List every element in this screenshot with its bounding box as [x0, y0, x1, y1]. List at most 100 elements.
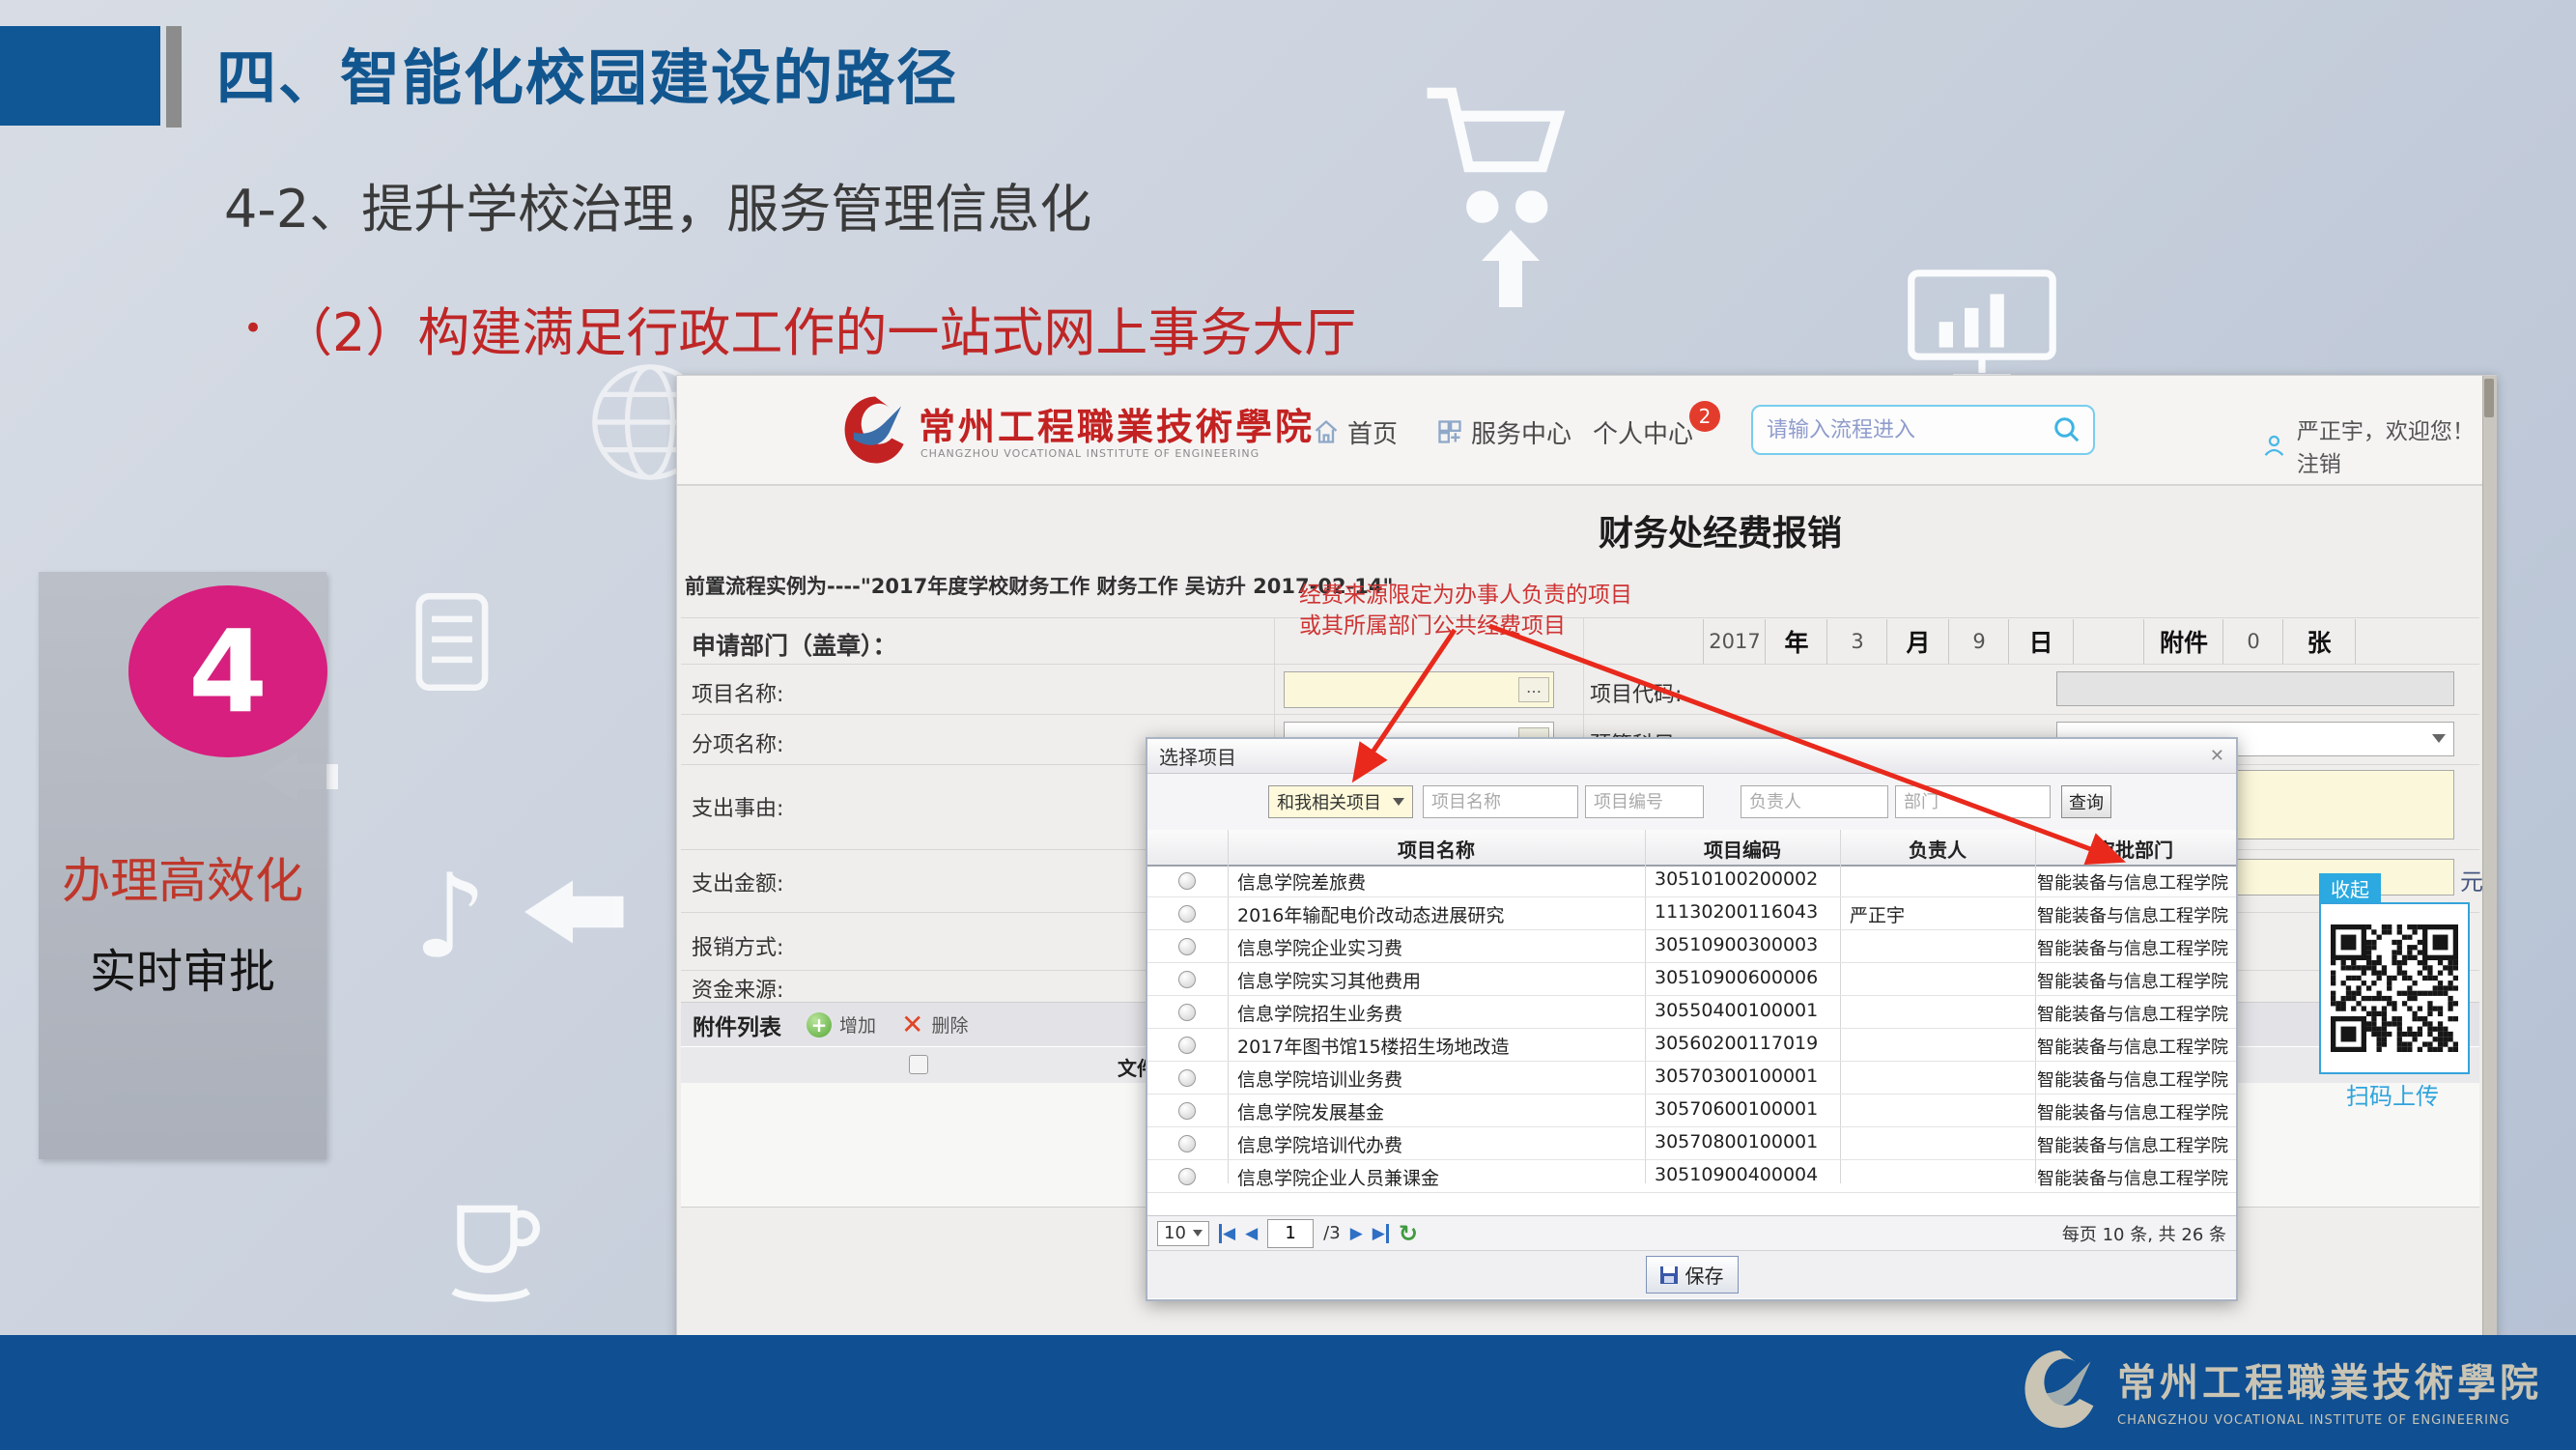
- cell-approve-dept: 智能装备与信息工程学院: [2037, 902, 2234, 927]
- query-button[interactable]: 查询: [2061, 785, 2111, 818]
- dialog-table-header: 项目名称 项目编码 负责人 审批部门: [1147, 830, 2236, 867]
- user-info[interactable]: 严正宇，欢迎您！注销: [2261, 412, 2496, 478]
- amount-label: 支出金额:: [692, 867, 783, 897]
- dialog-footer: 保存: [1147, 1250, 2236, 1298]
- date-year-unit: 年: [1765, 619, 1827, 664]
- row-radio[interactable]: [1178, 1102, 1196, 1120]
- first-page-button[interactable]: ◀: [1219, 1224, 1235, 1243]
- row-radio[interactable]: [1178, 1004, 1196, 1021]
- chart-monitor-icon: [1905, 269, 2059, 384]
- nav-personal-center[interactable]: 个人中心 2: [1593, 412, 1693, 451]
- table-row: 信息学院培训业务费 30570300100001 智能装备与信息工程学院: [1147, 1062, 2236, 1095]
- row-radio[interactable]: [1178, 905, 1196, 923]
- cell-project-name: 信息学院招生业务费: [1237, 1000, 1638, 1026]
- annotation-line1: 经费来源限定为办事人负责的项目: [1299, 580, 1632, 611]
- row-radio[interactable]: [1178, 1135, 1196, 1152]
- select-all-checkbox[interactable]: [909, 1055, 928, 1074]
- add-label: 增加: [839, 1011, 876, 1038]
- school-logo-icon: [839, 391, 911, 469]
- grid-icon: [1436, 418, 1463, 445]
- filter-project-code-input[interactable]: [1585, 785, 1704, 818]
- pagination-summary: 每页 10 条, 共 26 条: [2062, 1221, 2226, 1246]
- up-arrow-icon: [1482, 230, 1540, 307]
- row-radio[interactable]: [1178, 938, 1196, 955]
- reason-label: 支出事由:: [692, 791, 783, 822]
- qr-caption[interactable]: 扫码上传: [2319, 1077, 2466, 1111]
- cell-project-name: 信息学院企业人员兼课金: [1237, 1164, 1638, 1190]
- process-search-box: [1751, 405, 2095, 455]
- project-code-input[interactable]: [2056, 671, 2454, 706]
- date-day-value: 9: [1948, 619, 2009, 664]
- home-icon: [1313, 418, 1340, 445]
- nav-home[interactable]: 首页: [1313, 412, 1398, 451]
- nav-service-center[interactable]: 服务中心: [1436, 412, 1571, 451]
- cell-project-name: 信息学院差旅费: [1237, 868, 1638, 895]
- add-icon: +: [807, 1012, 832, 1038]
- cell-project-code: 30560200117019: [1655, 1033, 1838, 1054]
- project-name-label: 项目名称:: [692, 677, 783, 708]
- apply-dept-label: 申请部门（盖章）：: [692, 627, 897, 662]
- school-logo-name: 常州工程職業技術學院: [919, 397, 1315, 450]
- delete-attachment-button[interactable]: ✕ 删除: [901, 1009, 968, 1040]
- col-approve-dept: 审批部门: [2035, 835, 2234, 863]
- cell-project-code: 30570300100001: [1655, 1066, 1838, 1087]
- footer-logo: 常州工程職業技術學院 CHANGZHOU VOCATIONAL INSTITUT…: [2019, 1345, 2542, 1434]
- save-button[interactable]: 保存: [1646, 1256, 1739, 1294]
- search-input[interactable]: [1753, 418, 2052, 442]
- delete-icon: ✕: [901, 1009, 923, 1040]
- next-page-button[interactable]: ▶: [1350, 1224, 1363, 1243]
- page-size-dropdown[interactable]: 10: [1157, 1221, 1209, 1246]
- amount-unit: 元: [2460, 863, 2483, 896]
- row-radio[interactable]: [1178, 1069, 1196, 1087]
- search-icon[interactable]: [2052, 415, 2081, 444]
- user-icon: [2261, 431, 2287, 460]
- cell-project-code: 30550400100001: [1655, 1000, 1838, 1021]
- page-number-input[interactable]: [1267, 1219, 1314, 1248]
- page-title: 财务处经费报销: [1508, 505, 1933, 555]
- title-accent-bar: [166, 26, 182, 128]
- row-radio[interactable]: [1178, 1168, 1196, 1185]
- slide-subtitle: 4-2、提升学校治理，服务管理信息化: [224, 166, 1091, 242]
- filter-project-name-input[interactable]: [1423, 785, 1578, 818]
- qr-collapse-tab[interactable]: 收起: [2319, 873, 2381, 902]
- last-page-button[interactable]: ▶: [1373, 1224, 1389, 1243]
- project-picker-button[interactable]: …: [1518, 677, 1549, 702]
- prev-page-button[interactable]: ◀: [1245, 1224, 1258, 1243]
- add-attachment-button[interactable]: + 增加: [807, 1011, 876, 1038]
- filter-owner-input[interactable]: [1741, 785, 1888, 818]
- filter-dept-input[interactable]: [1895, 785, 2051, 818]
- nav-personal-label: 个人中心: [1593, 420, 1693, 449]
- row-radio[interactable]: [1178, 1037, 1196, 1054]
- scope-dropdown[interactable]: 和我相关项目: [1268, 785, 1413, 818]
- cell-approve-dept: 智能装备与信息工程学院: [2037, 935, 2234, 960]
- chevron-down-icon: [1393, 798, 1404, 806]
- scrollbar[interactable]: [2482, 376, 2497, 1339]
- cell-project-code: 30510900600006: [1655, 967, 1838, 988]
- cell-project-code: 30570800100001: [1655, 1131, 1838, 1152]
- cell-project-code: 30510900400004: [1655, 1164, 1838, 1185]
- coffee-cup-icon: [446, 1182, 543, 1308]
- dialog-pagination: 10 ◀ ◀ /3 ▶ ▶ ↻ 每页 10 条, 共 26 条: [1147, 1215, 2236, 1250]
- cell-approve-dept: 智能装备与信息工程学院: [2037, 1034, 2234, 1059]
- project-name-input[interactable]: …: [1284, 671, 1554, 708]
- notification-badge[interactable]: 2: [1689, 401, 1720, 432]
- webapp-screenshot: 常州工程職業技術學院 CHANGZHOU VOCATIONAL INSTITUT…: [676, 375, 2497, 1340]
- cell-project-code: 30510900300003: [1655, 934, 1838, 955]
- cell-project-name: 信息学院培训业务费: [1237, 1066, 1638, 1092]
- row-radio[interactable]: [1178, 872, 1196, 890]
- scrollbar-thumb[interactable]: [2484, 379, 2494, 417]
- attach-label: 附件: [2143, 619, 2223, 664]
- cell-approve-dept: 智能装备与信息工程学院: [2037, 1066, 2234, 1092]
- col-project-name: 项目名称: [1228, 835, 1645, 863]
- table-row: 信息学院企业人员兼课金 30510900400004 智能装备与信息工程学院: [1147, 1160, 2236, 1193]
- attach-count: 0: [2222, 619, 2283, 664]
- date-month-unit: 月: [1886, 619, 1949, 664]
- close-icon[interactable]: ✕: [2210, 746, 2224, 766]
- bullet-dot: •: [243, 312, 263, 345]
- chevron-down-icon: [2432, 734, 2446, 743]
- cell-approve-dept: 智能装备与信息工程学院: [2037, 1132, 2234, 1157]
- cell-project-name: 2017年图书馆15楼招生场地改造: [1237, 1033, 1638, 1059]
- nav-service-label: 服务中心: [1471, 414, 1571, 450]
- row-radio[interactable]: [1178, 971, 1196, 988]
- refresh-icon[interactable]: ↻: [1399, 1220, 1418, 1247]
